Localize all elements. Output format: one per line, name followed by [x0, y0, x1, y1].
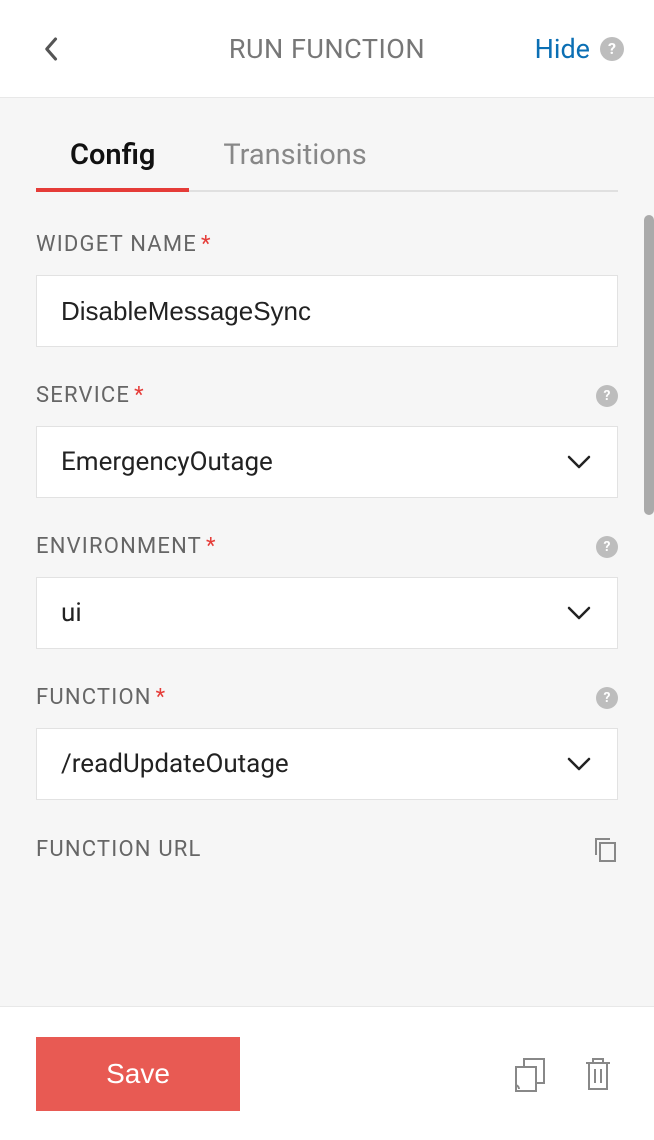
panel-header: RUN FUNCTION Hide ?	[0, 0, 654, 98]
help-icon[interactable]: ?	[600, 37, 624, 61]
environment-group: ENVIRONMENT* ? ui	[36, 534, 618, 649]
help-icon[interactable]: ?	[596, 536, 618, 558]
service-label: SERVICE*	[36, 383, 145, 408]
content-area: Config Transitions WIDGET NAME* SERVICE*…	[0, 98, 654, 1006]
service-value: EmergencyOutage	[61, 447, 273, 477]
widget-name-label: WIDGET NAME*	[36, 232, 212, 257]
environment-value: ui	[61, 598, 82, 628]
panel-title: RUN FUNCTION	[229, 33, 425, 65]
widget-name-group: WIDGET NAME*	[36, 232, 618, 347]
function-url-group: FUNCTION URL	[36, 836, 618, 862]
function-url-label: FUNCTION URL	[36, 837, 202, 862]
hide-link-label: Hide	[535, 33, 590, 65]
tabs: Config Transitions	[36, 138, 618, 192]
chevron-down-icon	[565, 750, 593, 778]
function-label: FUNCTION*	[36, 685, 166, 710]
help-icon[interactable]: ?	[596, 687, 618, 709]
function-value: /readUpdateOutage	[61, 749, 289, 779]
widget-name-field[interactable]	[36, 275, 618, 347]
back-button[interactable]	[30, 29, 70, 69]
duplicate-icon[interactable]	[510, 1054, 550, 1094]
copy-icon[interactable]	[592, 836, 618, 862]
scrollbar[interactable]	[644, 215, 654, 515]
footer: Save	[0, 1006, 654, 1140]
tab-config[interactable]: Config	[36, 138, 189, 192]
chevron-down-icon	[565, 448, 593, 476]
trash-icon[interactable]	[578, 1054, 618, 1094]
widget-name-input[interactable]	[61, 296, 593, 327]
environment-select[interactable]: ui	[36, 577, 618, 649]
chevron-left-icon	[43, 36, 58, 62]
function-group: FUNCTION* ? /readUpdateOutage	[36, 685, 618, 800]
help-icon[interactable]: ?	[596, 385, 618, 407]
save-button[interactable]: Save	[36, 1037, 240, 1111]
service-group: SERVICE* ? EmergencyOutage	[36, 383, 618, 498]
tab-transitions[interactable]: Transitions	[189, 138, 400, 192]
footer-actions	[510, 1054, 618, 1094]
service-select[interactable]: EmergencyOutage	[36, 426, 618, 498]
hide-link[interactable]: Hide ?	[535, 33, 624, 65]
environment-label: ENVIRONMENT*	[36, 534, 217, 559]
function-select[interactable]: /readUpdateOutage	[36, 728, 618, 800]
chevron-down-icon	[565, 599, 593, 627]
